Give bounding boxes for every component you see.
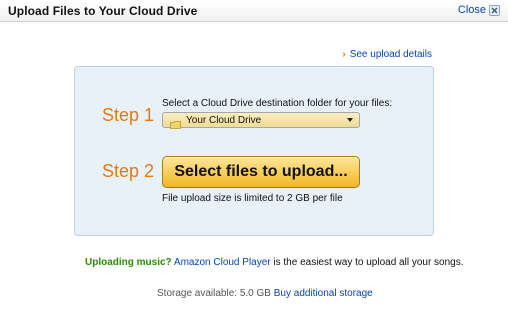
- step-1-label: Step 1: [102, 105, 155, 125]
- selected-folder: Your Cloud Drive: [186, 114, 262, 126]
- close-button[interactable]: Close: [458, 4, 500, 16]
- music-promo-text: is the easiest way to upload all your so…: [273, 257, 464, 268]
- close-label: Close: [457, 4, 486, 16]
- see-upload-details-link[interactable]: › See upload details: [342, 49, 432, 60]
- music-question: Uploading music?: [85, 257, 172, 268]
- storage-available: Storage available: 5.0 GB: [157, 288, 271, 299]
- see-upload-details-label: See upload details: [349, 49, 432, 60]
- destination-folder-dropdown[interactable]: Your Cloud Drive: [162, 112, 360, 129]
- upload-panel: [74, 66, 434, 236]
- folder-icon: [170, 116, 181, 129]
- select-files-button[interactable]: Select files to upload...: [162, 156, 360, 188]
- upload-limit-note: File upload size is limited to 2 GB per …: [162, 193, 343, 204]
- amazon-cloud-player-link[interactable]: Amazon Cloud Player: [174, 257, 271, 268]
- dialog-title: Upload Files to Your Cloud Drive: [8, 4, 198, 18]
- close-icon[interactable]: [489, 4, 500, 16]
- right-arrow-icon: ›: [342, 48, 346, 60]
- chevron-down-icon: [347, 118, 353, 122]
- title-bar: Upload Files to Your Cloud Drive Close: [0, 0, 508, 22]
- step-2-label: Step 2: [102, 161, 155, 181]
- storage-info: Storage available: 5.0 GB Buy additional…: [157, 288, 373, 299]
- destination-instruction: Select a Cloud Drive destination folder …: [162, 98, 393, 109]
- music-promo: Uploading music? Amazon Cloud Player is …: [85, 257, 464, 268]
- buy-storage-link[interactable]: Buy additional storage: [274, 288, 373, 299]
